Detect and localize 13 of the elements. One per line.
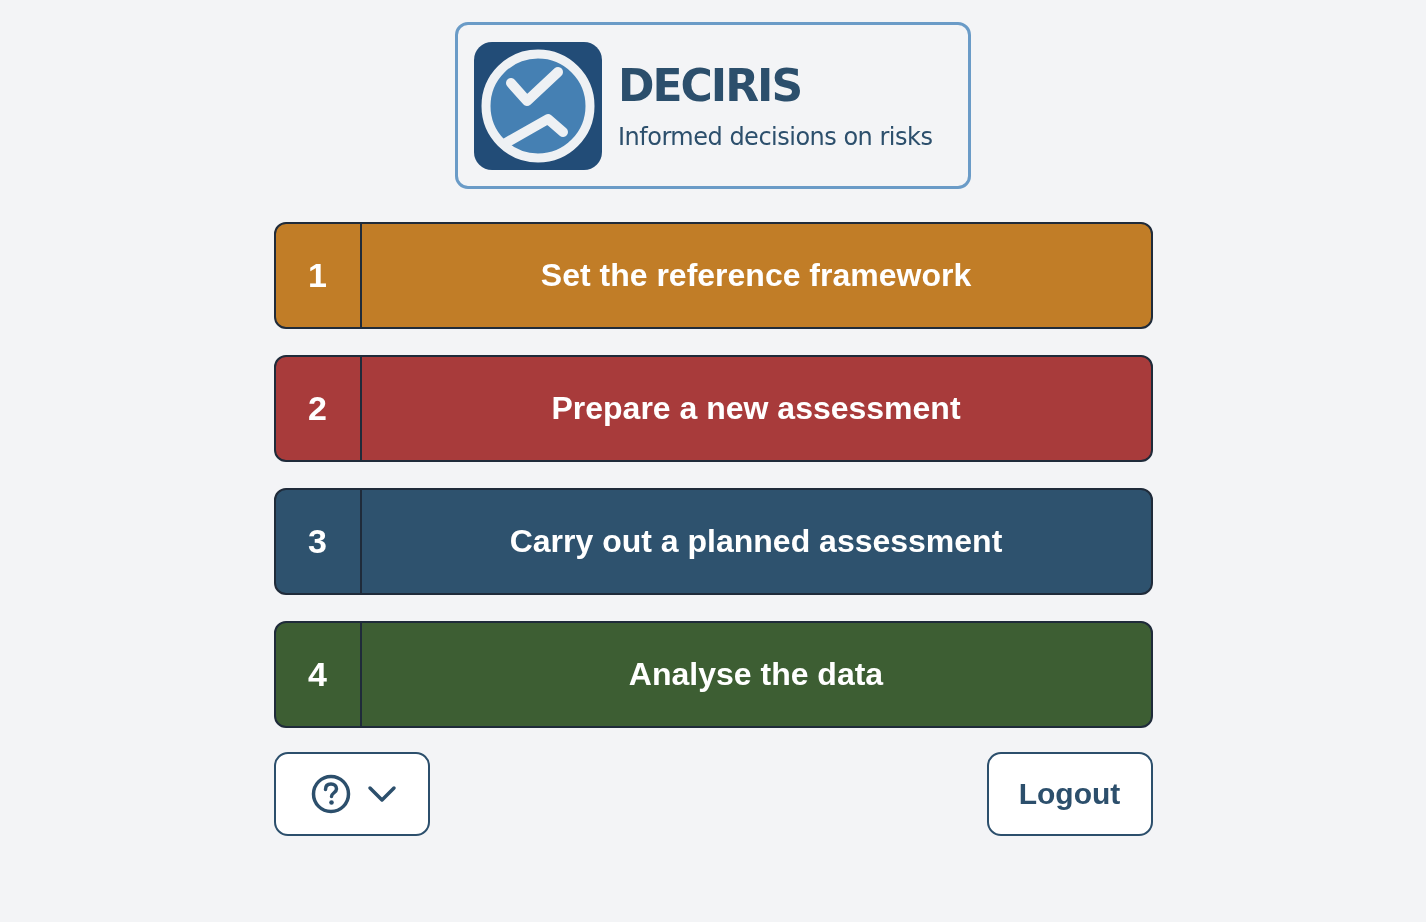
step-button[interactable]: 2 Prepare a new assessment — [273, 355, 1153, 462]
app-title: DECIRIS — [618, 59, 803, 112]
step-button[interactable]: 4 Analyse the data — [273, 621, 1153, 728]
step-number: 1 — [275, 224, 362, 327]
step-button[interactable]: 3 Carry out a planned assessment — [273, 488, 1153, 595]
app-tagline: Informed decisions on risks — [618, 121, 933, 152]
step-number: 2 — [275, 357, 362, 460]
help-icon — [310, 774, 351, 814]
logo-icon — [474, 41, 602, 170]
step-number: 3 — [275, 490, 362, 593]
logout-button[interactable]: Logout — [986, 752, 1153, 836]
step-number: 4 — [275, 623, 362, 726]
help-menu-button[interactable] — [273, 752, 430, 836]
